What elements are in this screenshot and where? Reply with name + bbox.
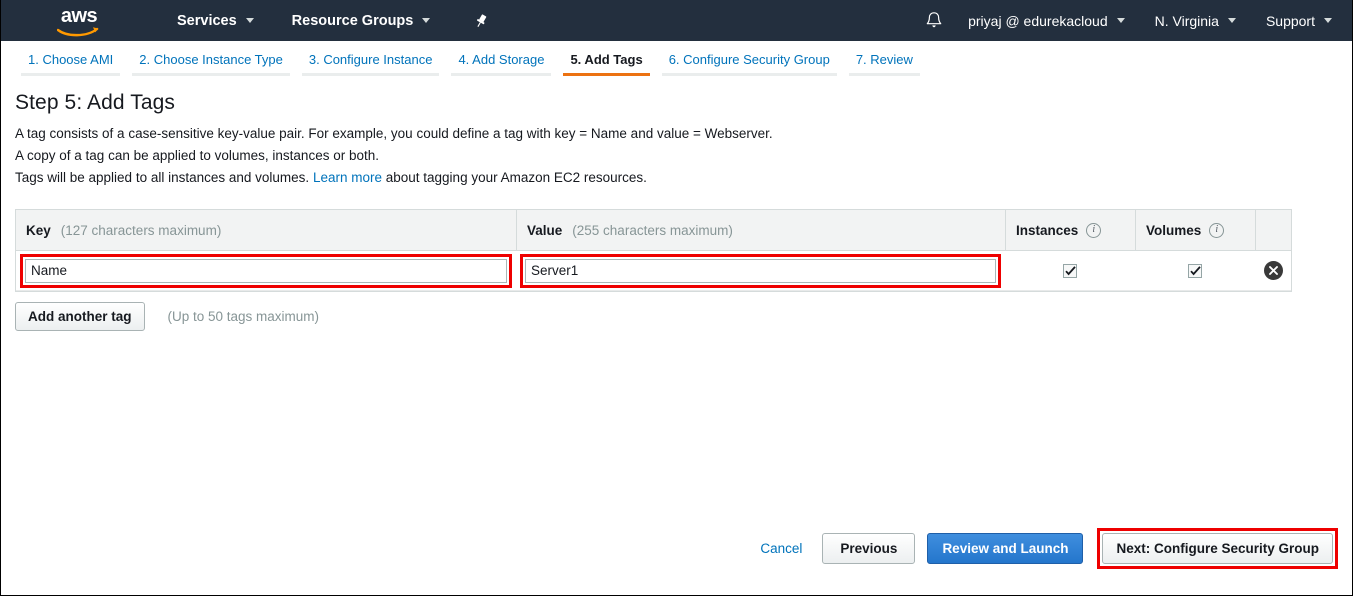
chevron-down-icon — [245, 18, 254, 23]
description-line-3-before: Tags will be applied to all instances an… — [15, 170, 310, 185]
aws-logo-smile-icon — [56, 24, 101, 36]
nav-support-label: Support — [1265, 12, 1315, 29]
tag-instances-cell — [1005, 251, 1135, 290]
step-underline — [132, 73, 290, 76]
previous-button[interactable]: Previous — [822, 533, 916, 564]
tag-key-highlight — [20, 253, 512, 288]
step-tab-add-storage[interactable]: 4. Add Storage — [445, 52, 557, 76]
column-header-actions — [1255, 210, 1291, 250]
nav-right-group: priyaj @ edurekacloud N. Virginia Suppor… — [922, 0, 1338, 41]
close-circle-icon[interactable] — [1263, 261, 1283, 280]
column-header-key-label: Key — [26, 222, 51, 238]
chevron-down-icon — [1116, 18, 1125, 23]
column-header-instances-label: Instances — [1016, 222, 1079, 238]
column-header-key-hint: (127 characters maximum) — [60, 222, 222, 238]
step-tab-label: 2. Choose Instance Type — [139, 52, 283, 67]
add-another-tag-button[interactable]: Add another tag — [15, 302, 145, 331]
step-underline-active — [563, 73, 650, 76]
step-underline — [21, 73, 121, 76]
step-tab-label: 6. Configure Security Group — [668, 52, 830, 67]
learn-more-link[interactable]: Learn more — [313, 170, 382, 185]
step-tab-review[interactable]: 7. Review — [843, 52, 926, 76]
cancel-button[interactable]: Cancel — [760, 541, 802, 556]
step-underline — [848, 73, 920, 76]
step-underline — [301, 73, 440, 76]
tag-value-input[interactable] — [525, 258, 996, 283]
info-icon[interactable]: i — [1209, 222, 1225, 238]
tags-table: Key (127 characters maximum) Value (255 … — [15, 209, 1292, 292]
bell-icon[interactable] — [922, 9, 946, 33]
nav-resource-groups[interactable]: Resource Groups — [292, 13, 431, 29]
step-underline — [451, 73, 552, 76]
description-line-3: Tags will be applied to all instances an… — [15, 167, 1338, 189]
column-header-value: Value (255 characters maximum) — [516, 210, 1005, 250]
column-header-value-label: Value — [527, 222, 563, 238]
step-tab-label: 1. Choose AMI — [28, 52, 114, 67]
aws-console-page: aws Services Resource Groups priyaj @ ed… — [0, 0, 1353, 596]
nav-region-label: N. Virginia — [1154, 12, 1219, 29]
step-tab-choose-instance-type[interactable]: 2. Choose Instance Type — [126, 52, 296, 76]
tag-key-cell — [16, 251, 516, 290]
column-header-volumes: Volumes i — [1135, 210, 1255, 250]
column-header-key: Key (127 characters maximum) — [16, 210, 516, 250]
top-navigation-bar: aws Services Resource Groups priyaj @ ed… — [1, 0, 1352, 41]
wizard-footer: Cancel Previous Review and Launch Next: … — [760, 528, 1338, 569]
nav-services-label: Services — [177, 12, 237, 29]
chevron-down-icon — [1324, 18, 1332, 23]
add-tag-row: Add another tag (Up to 50 tags maximum) — [15, 292, 1338, 341]
nav-region-menu[interactable]: N. Virginia — [1155, 13, 1236, 29]
step-tab-choose-ami[interactable]: 1. Choose AMI — [15, 52, 126, 76]
aws-logo[interactable]: aws — [49, 6, 109, 36]
chevron-down-icon — [422, 18, 431, 23]
review-and-launch-button[interactable]: Review and Launch — [927, 533, 1084, 564]
instances-checkbox[interactable] — [1063, 263, 1077, 278]
column-header-volumes-label: Volumes — [1146, 222, 1202, 238]
tag-value-highlight — [520, 253, 1001, 288]
aws-logo-wordmark: aws — [60, 4, 98, 27]
tags-table-header: Key (127 characters maximum) Value (255 … — [16, 210, 1291, 251]
wizard-steps: 1. Choose AMI 2. Choose Instance Type 3.… — [1, 41, 1352, 79]
main-content: Step 5: Add Tags A tag consists of a cas… — [1, 79, 1352, 341]
info-icon[interactable]: i — [1086, 222, 1102, 238]
volumes-checkbox[interactable] — [1188, 263, 1202, 278]
step-tab-configure-security-group[interactable]: 6. Configure Security Group — [656, 52, 843, 76]
step-tab-configure-instance[interactable]: 3. Configure Instance — [296, 52, 446, 76]
description-line-2: A copy of a tag can be applied to volume… — [15, 148, 379, 163]
nav-account-menu[interactable]: priyaj @ edurekacloud — [968, 13, 1125, 29]
step-underline — [661, 73, 837, 76]
description-line-3-after: about tagging your Amazon EC2 resources. — [385, 170, 647, 185]
next-button-highlight: Next: Configure Security Group — [1097, 528, 1338, 569]
step-tab-label: 5. Add Tags — [570, 52, 643, 67]
step-tab-add-tags[interactable]: 5. Add Tags — [557, 52, 655, 76]
step-tab-label: 4. Add Storage — [458, 52, 545, 67]
next-configure-security-group-button[interactable]: Next: Configure Security Group — [1102, 533, 1333, 564]
tag-value-cell — [516, 251, 1005, 290]
tag-actions-cell — [1255, 251, 1291, 290]
tag-volumes-cell — [1135, 251, 1255, 290]
page-title: Step 5: Add Tags — [15, 91, 176, 114]
nav-account-label: priyaj @ edurekacloud — [968, 12, 1108, 29]
nav-resource-groups-label: Resource Groups — [291, 12, 414, 29]
chevron-down-icon — [1227, 18, 1236, 23]
table-row — [16, 251, 1291, 291]
nav-support-menu[interactable]: Support — [1266, 13, 1332, 29]
step-tab-label: 7. Review — [855, 52, 913, 67]
tag-key-input[interactable] — [25, 258, 507, 283]
add-tag-hint: (Up to 50 tags maximum) — [167, 309, 320, 324]
column-header-value-hint: (255 characters maximum) — [572, 222, 733, 238]
nav-services[interactable]: Services — [177, 13, 254, 29]
description-line-1: A tag consists of a case-sensitive key-v… — [15, 126, 773, 141]
step-tab-label: 3. Configure Instance — [308, 52, 433, 67]
column-header-instances: Instances i — [1005, 210, 1135, 250]
pin-icon[interactable] — [472, 12, 490, 30]
